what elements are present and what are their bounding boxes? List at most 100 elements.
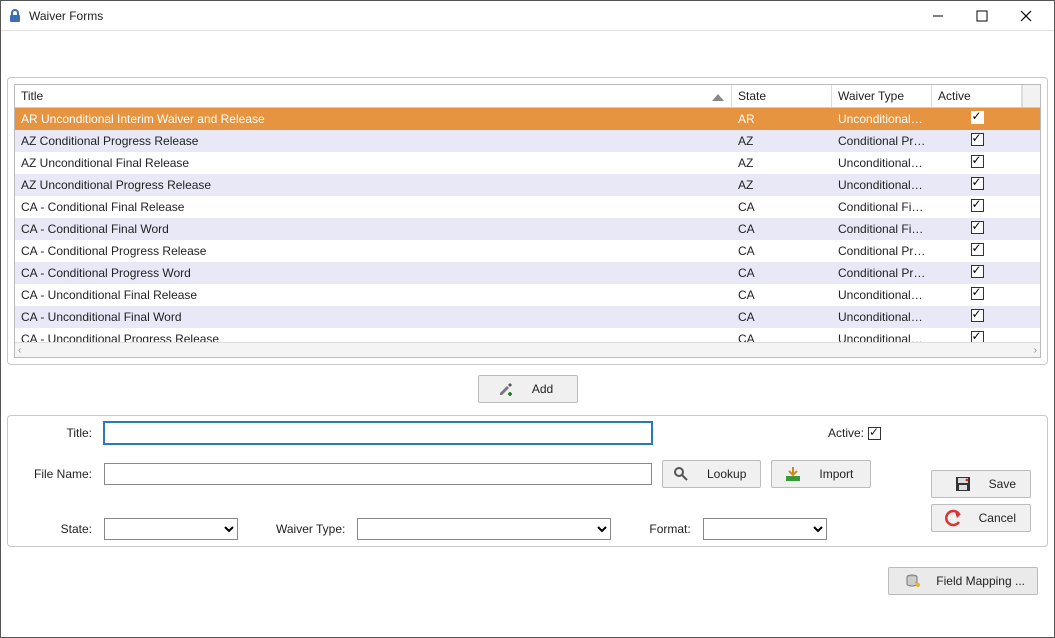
cell-waiver-type: Unconditional Pro... [832, 178, 932, 192]
row-active-checkbox[interactable] [971, 243, 984, 256]
import-icon [785, 466, 801, 482]
add-button[interactable]: Add [478, 375, 578, 403]
cell-waiver-type: Unconditional Final [832, 310, 932, 324]
label-waiver-type: Waiver Type: [276, 522, 347, 536]
cell-title: CA - Unconditional Progress Release [15, 332, 732, 342]
column-header-title[interactable]: Title [15, 85, 732, 107]
table-row[interactable]: AR Unconditional Interim Waiver and Rele… [15, 108, 1040, 130]
cell-state: CA [732, 310, 832, 324]
table-row[interactable]: CA - Unconditional Final WordCAUnconditi… [15, 306, 1040, 328]
scroll-left-icon[interactable]: ‹ [18, 345, 21, 356]
table-row[interactable]: CA - Unconditional Progress ReleaseCAUnc… [15, 328, 1040, 342]
state-select[interactable] [104, 518, 238, 540]
cell-waiver-type: Unconditional Final [832, 156, 932, 170]
cancel-button-label: Cancel [979, 511, 1016, 525]
table-row[interactable]: CA - Conditional Final WordCAConditional… [15, 218, 1040, 240]
close-button[interactable] [1004, 1, 1048, 31]
cell-title: CA - Conditional Progress Word [15, 266, 732, 280]
cell-active[interactable] [932, 265, 1022, 281]
table-row[interactable]: AZ Unconditional Final ReleaseAZUncondit… [15, 152, 1040, 174]
magnifier-icon [673, 466, 689, 482]
cell-state: CA [732, 222, 832, 236]
grid-body[interactable]: AR Unconditional Interim Waiver and Rele… [15, 108, 1040, 342]
field-mapping-button-label: Field Mapping ... [936, 574, 1025, 588]
format-select[interactable] [703, 518, 827, 540]
lookup-button-label: Lookup [707, 467, 746, 481]
minimize-button[interactable] [916, 1, 960, 31]
grid-header-row: Title State Waiver Type Active [15, 85, 1040, 108]
cell-state: CA [732, 332, 832, 342]
table-row[interactable]: CA - Conditional Progress ReleaseCACondi… [15, 240, 1040, 262]
waiver-type-select[interactable] [357, 518, 611, 540]
row-active-checkbox[interactable] [971, 199, 984, 212]
row-active-checkbox[interactable] [971, 111, 984, 124]
table-row[interactable]: CA - Conditional Final ReleaseCAConditio… [15, 196, 1040, 218]
cell-state: CA [732, 244, 832, 258]
cell-title: CA - Unconditional Final Release [15, 288, 732, 302]
column-header-active-text: Active [938, 89, 971, 103]
cell-active[interactable] [932, 199, 1022, 215]
cell-state: AR [732, 112, 832, 126]
scroll-right-icon[interactable]: › [1034, 345, 1037, 356]
row-active-checkbox[interactable] [971, 265, 984, 278]
cell-active[interactable] [932, 287, 1022, 303]
row-active-checkbox[interactable] [971, 331, 984, 342]
table-row[interactable]: CA - Unconditional Final ReleaseCAUncond… [15, 284, 1040, 306]
cell-active[interactable] [932, 155, 1022, 171]
column-header-title-text: Title [21, 89, 43, 103]
column-header-state-text: State [738, 89, 766, 103]
lock-icon [7, 8, 23, 24]
form-panel: Title: Active: File Name: Lookup [7, 415, 1048, 547]
cell-title: AZ Conditional Progress Release [15, 134, 732, 148]
cell-active[interactable] [932, 133, 1022, 149]
import-button-label: Import [819, 467, 853, 481]
cell-title: CA - Unconditional Final Word [15, 310, 732, 324]
row-active-checkbox[interactable] [971, 177, 984, 190]
row-active-checkbox[interactable] [971, 309, 984, 322]
sort-asc-icon [711, 91, 725, 99]
title-input[interactable] [104, 422, 652, 444]
cell-waiver-type: Conditional Progr... [832, 244, 932, 258]
cell-title: CA - Conditional Final Word [15, 222, 732, 236]
cell-active[interactable] [932, 221, 1022, 237]
row-active-checkbox[interactable] [971, 133, 984, 146]
file-name-input[interactable] [104, 463, 652, 485]
lookup-button[interactable]: Lookup [662, 460, 761, 488]
cancel-button[interactable]: Cancel [931, 504, 1031, 532]
cell-waiver-type: Conditional Final [832, 200, 932, 214]
save-button-label: Save [989, 477, 1016, 491]
maximize-button[interactable] [960, 1, 1004, 31]
add-button-label: Add [532, 382, 553, 396]
cell-active[interactable] [932, 309, 1022, 325]
column-header-state[interactable]: State [732, 85, 832, 107]
label-format: Format: [649, 522, 692, 536]
window-title: Waiver Forms [29, 9, 103, 23]
cell-waiver-type: Conditional Progr... [832, 266, 932, 280]
cell-state: CA [732, 288, 832, 302]
row-active-checkbox[interactable] [971, 221, 984, 234]
column-header-active[interactable]: Active [932, 85, 1022, 107]
cell-active[interactable] [932, 177, 1022, 193]
table-row[interactable]: AZ Unconditional Progress ReleaseAZUncon… [15, 174, 1040, 196]
label-state: State: [14, 522, 94, 536]
waiver-forms-window: Waiver Forms Title [0, 0, 1055, 638]
grid-horizontal-scrollbar[interactable]: ‹ › [15, 342, 1040, 357]
cell-title: CA - Conditional Progress Release [15, 244, 732, 258]
table-row[interactable]: CA - Conditional Progress WordCAConditio… [15, 262, 1040, 284]
field-mapping-button[interactable]: Field Mapping ... [888, 567, 1038, 595]
cell-active[interactable] [932, 243, 1022, 259]
table-row[interactable]: AZ Conditional Progress ReleaseAZConditi… [15, 130, 1040, 152]
import-button[interactable]: Import [771, 460, 871, 488]
cell-waiver-type: Unconditional Final [832, 288, 932, 302]
row-active-checkbox[interactable] [971, 155, 984, 168]
row-active-checkbox[interactable] [971, 287, 984, 300]
floppy-icon [955, 476, 971, 492]
save-button[interactable]: Save [931, 470, 1031, 498]
cell-title: CA - Conditional Final Release [15, 200, 732, 214]
cell-active[interactable] [932, 111, 1022, 127]
label-file-name: File Name: [14, 467, 94, 481]
cell-active[interactable] [932, 331, 1022, 342]
active-checkbox[interactable] [868, 427, 881, 440]
cell-state: AZ [732, 156, 832, 170]
column-header-waiver-type[interactable]: Waiver Type [832, 85, 932, 107]
